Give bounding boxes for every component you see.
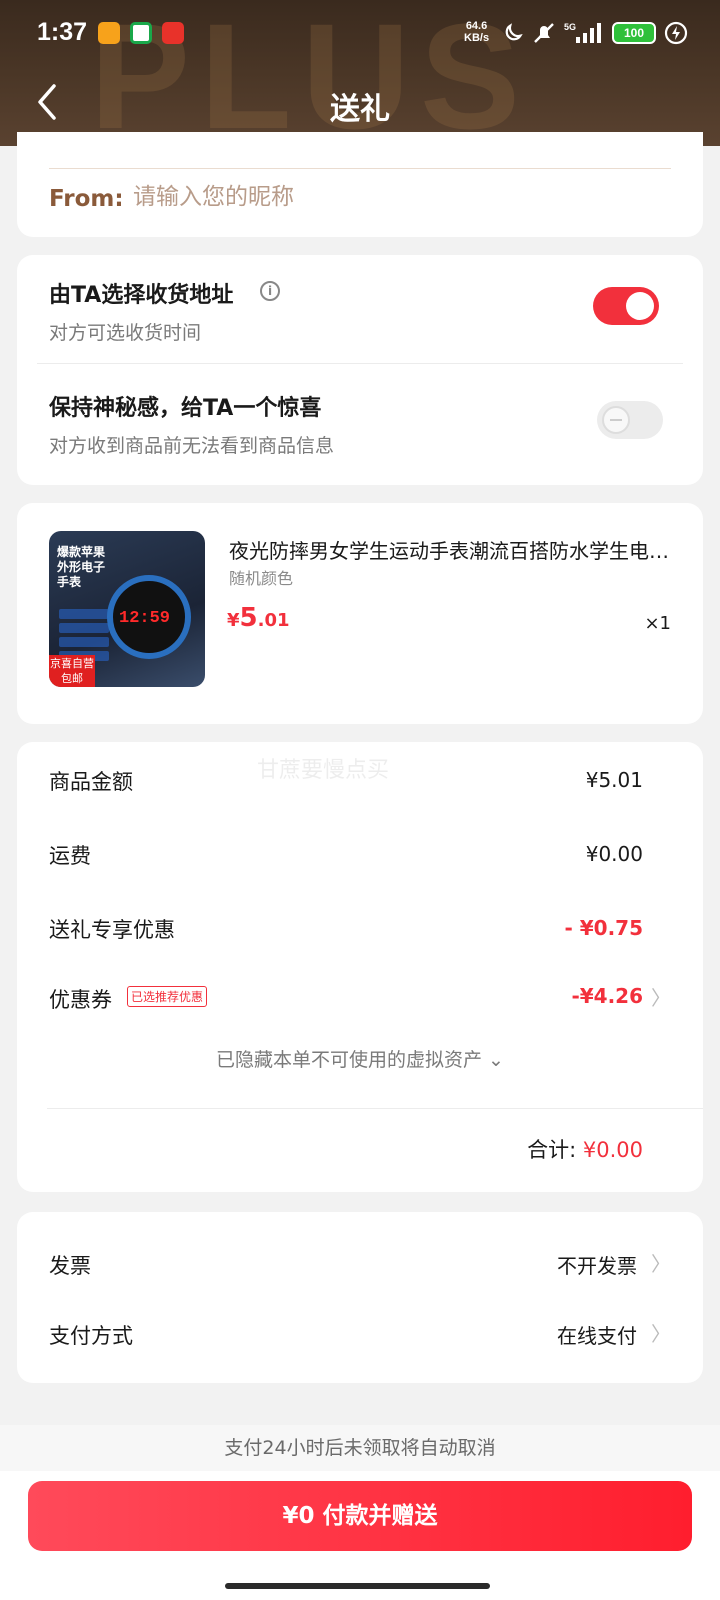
battery-indicator: 100 [612, 22, 656, 44]
info-icon[interactable]: i [260, 281, 280, 301]
home-indicator[interactable] [225, 1583, 490, 1589]
status-icons: 5G 100 [502, 18, 688, 48]
sender-card: From: [17, 132, 703, 237]
divider [49, 168, 671, 169]
gift-discount-label: 送礼专享优惠 [49, 918, 175, 942]
coupon-tag: 已选推荐优惠 [127, 986, 208, 1007]
gift-options-card: 由TA选择收货地址 i 对方可选收货时间 保持神秘感，给TA一个惊喜 对方收到商… [17, 255, 703, 485]
chevron-right-icon[interactable]: 〉 [651, 1318, 671, 1347]
product-quantity: ×1 [644, 613, 671, 634]
payment-method-label[interactable]: 支付方式 [49, 1320, 133, 1350]
coupon-value[interactable]: -¥4.26 [571, 984, 643, 1008]
nickname-input[interactable] [133, 184, 583, 210]
order-total: 合计: ¥0.00 [527, 1138, 643, 1162]
moon-icon [505, 23, 523, 41]
product-image[interactable]: 爆款苹果外形电子手表 12:59 京喜自营包邮 [49, 531, 205, 687]
mystery-toggle[interactable] [597, 401, 663, 439]
invoice-value[interactable]: 不开发票 [557, 1250, 637, 1279]
status-bar: 1:37 64.6 KB/s 5G 100 [0, 0, 720, 66]
address-option-title: 由TA选择收货地址 [49, 283, 234, 308]
divider [37, 363, 683, 364]
address-option-subtitle: 对方可选收货时间 [49, 322, 202, 344]
signal-icon: 5G [564, 22, 601, 43]
watch-digits: 12:59 [119, 609, 171, 628]
toggle-knob [602, 406, 630, 434]
product-price: ¥5.01 [227, 603, 290, 633]
auto-cancel-notice: 支付24小时后未领取将自动取消 [0, 1425, 720, 1471]
shipping-label: 运费 [49, 844, 91, 868]
mystery-option-title: 保持神秘感，给TA一个惊喜 [49, 396, 322, 421]
mute-icon [534, 23, 554, 43]
footer: 支付24小时后未领取将自动取消 ¥0 付款并赠送 [0, 1425, 720, 1600]
notification-app-icon [162, 22, 184, 44]
address-toggle[interactable] [593, 287, 659, 325]
gift-discount-value: - ¥0.75 [564, 916, 643, 940]
watermark: 甘蔗要慢点买 [257, 758, 390, 783]
divider [47, 1108, 703, 1109]
price-summary-card: 甘蔗要慢点买 商品金额 ¥5.01 运费 ¥0.00 送礼专享优惠 - ¥0.7… [17, 742, 703, 1192]
page-title: 送礼 [330, 92, 390, 127]
pay-and-gift-button[interactable]: ¥0 付款并赠送 [28, 1481, 692, 1551]
hidden-assets-toggle[interactable]: 已隐藏本单不可使用的虚拟资产 ⌄ [17, 1045, 703, 1072]
from-label: From: [49, 186, 124, 212]
settings-card: 发票 不开发票 〉 支付方式 在线支付 〉 [17, 1212, 703, 1383]
product-card: 爆款苹果外形电子手表 12:59 京喜自营包邮 夜光防摔男女学生运动手表潮流百搭… [17, 503, 703, 724]
invoice-label[interactable]: 发票 [49, 1250, 91, 1280]
status-time: 1:37 [37, 18, 88, 46]
product-badge: 京喜自营包邮 [49, 655, 95, 687]
payment-method-value[interactable]: 在线支付 [557, 1320, 637, 1349]
charging-icon [664, 21, 688, 45]
svg-text:5G: 5G [564, 22, 576, 32]
chevron-right-icon[interactable]: 〉 [651, 1248, 671, 1277]
shipping-value: ¥0.00 [585, 842, 643, 866]
coupon-label[interactable]: 优惠券 [49, 984, 112, 1014]
chevron-right-icon[interactable]: 〉 [651, 982, 671, 1011]
notification-app-icon [98, 22, 120, 44]
notification-app-icon [130, 22, 152, 44]
product-sku: 随机颜色 [229, 569, 294, 588]
toggle-knob [626, 292, 654, 320]
product-title[interactable]: 夜光防摔男女学生运动手表潮流百搭防水学生电子表 [229, 535, 669, 564]
header: PLUS 1:37 64.6 KB/s 5G 100 送礼 [0, 0, 720, 146]
goods-amount-label: 商品金额 [49, 770, 133, 794]
mystery-option-subtitle: 对方收到商品前无法看到商品信息 [49, 435, 335, 457]
network-speed: 64.6 KB/s [464, 20, 490, 44]
product-image-headline: 爆款苹果外形电子手表 [57, 545, 106, 589]
nav-bar: 送礼 [0, 66, 720, 142]
goods-amount-value: ¥5.01 [585, 768, 643, 792]
